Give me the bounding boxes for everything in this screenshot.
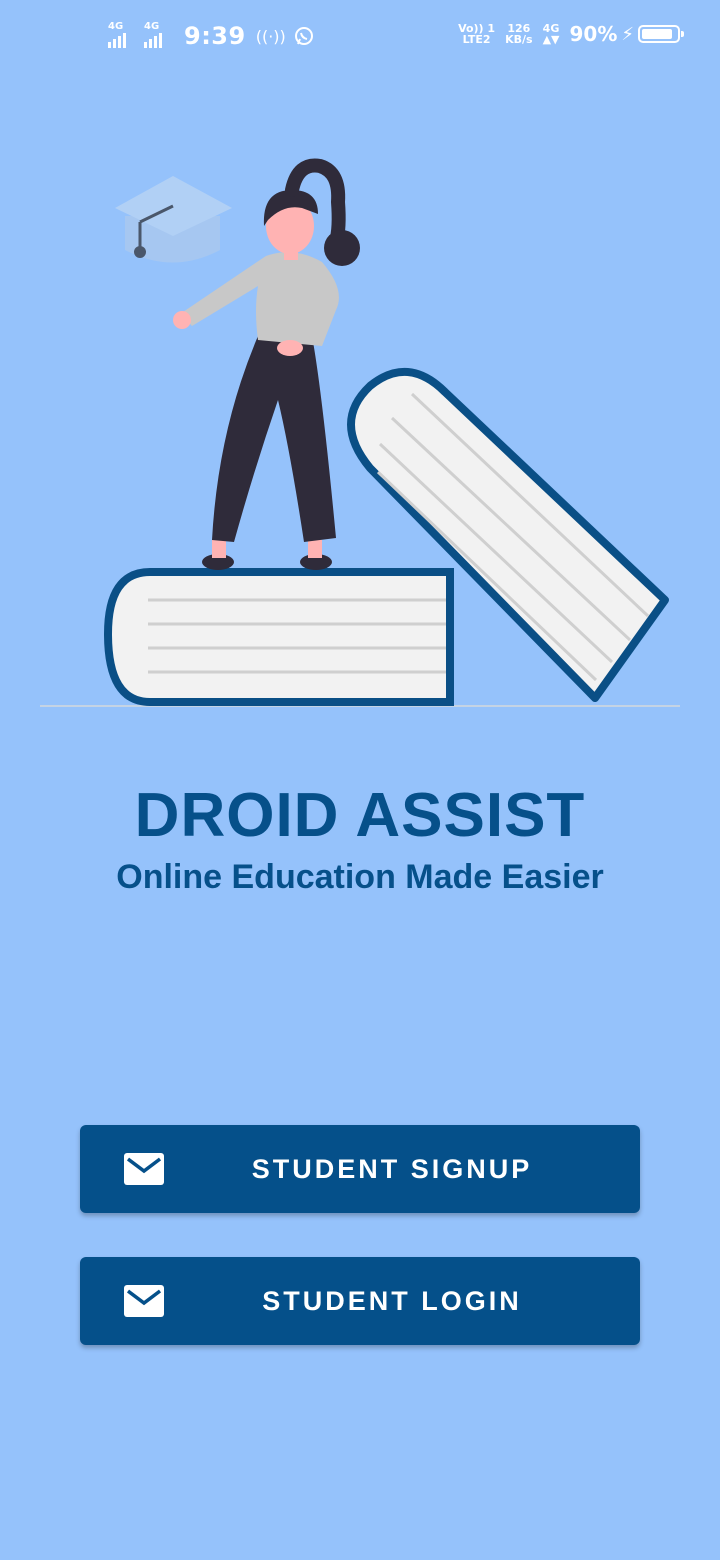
student-login-label: STUDENT LOGIN (262, 1285, 522, 1316)
whatsapp-icon (294, 27, 313, 45)
graduation-cap-icon (115, 176, 232, 263)
hero-illustration (40, 158, 680, 707)
app-title: DROID ASSIST (134, 781, 586, 850)
charging-icon: ⚡ (621, 23, 634, 45)
battery-percent: 90% (569, 22, 618, 46)
status-bar: 4G 4G 9:39 ((·)) Vo)) 1 LTE2 126 KB/s 4G… (0, 0, 720, 78)
student-login-button[interactable]: STUDENT LOGIN (80, 1257, 640, 1345)
network-speed: 126 KB/s (505, 22, 533, 46)
mail-icon (124, 1285, 164, 1317)
mail-icon (124, 1153, 164, 1185)
hotspot-icon: ((·)) (255, 26, 286, 46)
student-signup-button[interactable]: STUDENT SIGNUP (80, 1125, 640, 1213)
volte-indicator: Vo)) 1 LTE2 (458, 22, 496, 46)
app-tagline: Online Education Made Easier (116, 858, 604, 896)
clock: 9:39 (184, 22, 246, 50)
battery-icon (638, 25, 684, 43)
signal-icon: 4G (108, 22, 138, 50)
status-bar-right: Vo)) 1 LTE2 126 KB/s 4G ▲▼ 90% ⚡ (458, 22, 684, 46)
signal-icon: 4G (144, 22, 174, 50)
status-bar-left: 4G 4G 9:39 ((·)) (108, 22, 314, 50)
signal-icon: 4G ▲▼ (542, 22, 560, 46)
student-signup-label: STUDENT SIGNUP (251, 1153, 533, 1184)
book-bottom (103, 568, 454, 706)
